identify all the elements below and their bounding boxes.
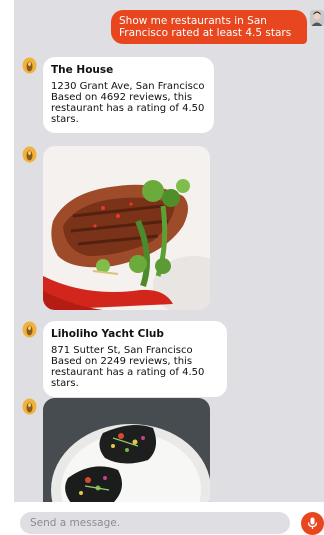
result-bubble-2: Liholiho Yacht Club 871 Sutter St, San F… bbox=[43, 321, 227, 397]
microphone-icon bbox=[307, 517, 318, 529]
mic-button[interactable] bbox=[301, 512, 324, 535]
bot-avatar-icon bbox=[22, 321, 37, 338]
user-avatar-icon bbox=[310, 10, 324, 26]
user-message-row: Show me restaurants in San Francisco rat… bbox=[14, 10, 324, 50]
bot-avatar-icon bbox=[22, 57, 37, 74]
message-composer bbox=[14, 502, 324, 535]
result-description-2: 871 Sutter St, San Francisco Based on 22… bbox=[51, 345, 205, 389]
restaurant-photo-2 bbox=[43, 398, 210, 502]
user-message-bubble: Show me restaurants in San Francisco rat… bbox=[111, 10, 307, 44]
result-title-2: Liholiho Yacht Club bbox=[51, 328, 164, 340]
result-title-1: The House bbox=[51, 64, 114, 76]
result-bubble-1: The House 1230 Grant Ave, San Francisco … bbox=[43, 57, 214, 133]
chat-area[interactable]: Show me restaurants in San Francisco rat… bbox=[14, 0, 324, 502]
food-photo-plated-dish bbox=[43, 398, 210, 502]
result-description-1: 1230 Grant Ave, San Francisco Based on 4… bbox=[51, 81, 205, 125]
bot-avatar-icon bbox=[22, 398, 37, 415]
message-input[interactable] bbox=[20, 512, 290, 534]
restaurant-photo-1 bbox=[43, 146, 210, 310]
bot-avatar-icon bbox=[22, 146, 37, 163]
food-photo-fish-dish bbox=[43, 146, 210, 310]
